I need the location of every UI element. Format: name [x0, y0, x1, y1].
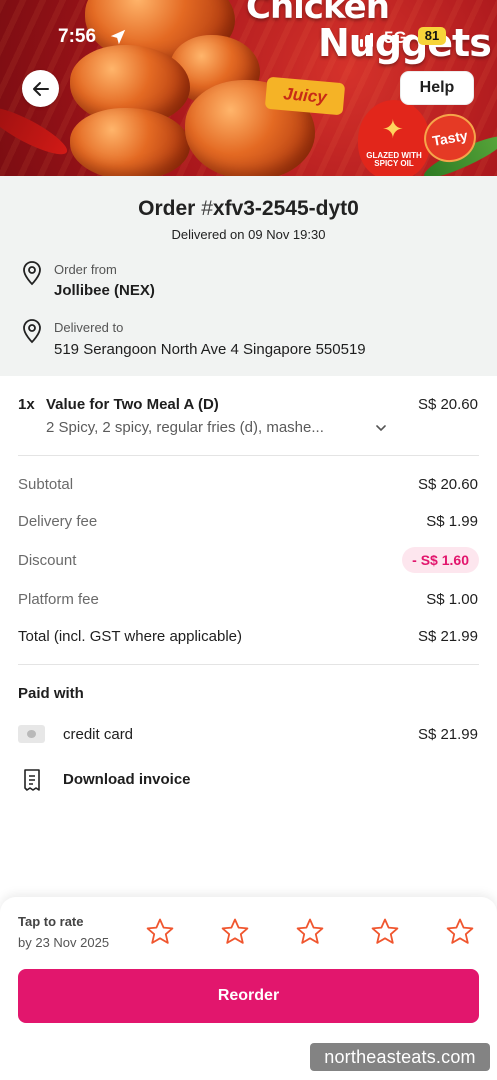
- location-pin-icon: [23, 319, 41, 344]
- order-id: xfv3-2545-dyt0: [212, 197, 359, 220]
- restaurant-name: Jollibee (NEX): [54, 282, 155, 299]
- receipt-icon[interactable]: [21, 768, 43, 792]
- item-name: Value for Two Meal A (D): [46, 396, 219, 413]
- item-description[interactable]: 2 Spicy, 2 spicy, regular fries (d), mas…: [46, 419, 366, 436]
- delivered-to-label: Delivered to: [54, 320, 124, 335]
- arrow-left-icon: [32, 81, 49, 96]
- star-icon[interactable]: [370, 917, 400, 947]
- back-button[interactable]: [22, 70, 59, 107]
- divider: [18, 664, 479, 665]
- rate-title: Tap to rate: [18, 914, 84, 929]
- order-from-label: Order from: [54, 262, 117, 277]
- paid-with-heading: Paid with: [18, 685, 84, 702]
- rate-deadline: by 23 Nov 2025: [18, 935, 110, 950]
- order-hash: #: [201, 197, 213, 220]
- battery-icon: 81: [418, 27, 446, 45]
- help-button[interactable]: Help: [400, 71, 474, 105]
- signal-icon: [355, 33, 373, 47]
- location-arrow-icon: [110, 29, 126, 45]
- order-title: Order #xfv3-2545-dyt0: [0, 197, 497, 221]
- flame-icon: ✦: [382, 114, 404, 144]
- order-title-prefix: Order: [138, 197, 202, 220]
- order-info-section: Order #xfv3-2545-dyt0 Delivered on 09 No…: [0, 176, 497, 376]
- payment-amount: S$ 21.99: [417, 726, 478, 743]
- delivery-fee-value: S$ 1.99: [426, 513, 478, 530]
- payment-method: credit card: [63, 726, 134, 743]
- subtotal-value: S$ 20.60: [417, 476, 478, 493]
- delivery-fee-label: Delivery fee: [18, 513, 98, 530]
- star-icon[interactable]: [220, 917, 250, 947]
- credit-card-icon: [18, 725, 45, 743]
- item-quantity: 1x: [18, 396, 35, 413]
- total-value: S$ 21.99: [417, 628, 478, 645]
- glazed-label: GLAZED WITH SPICY OIL: [366, 151, 422, 168]
- location-pin-icon: [23, 261, 41, 286]
- bottom-sheet: Tap to rate by 23 Nov 2025 Reorder north…: [0, 897, 497, 1080]
- platform-fee-value: S$ 1.00: [426, 591, 478, 608]
- delivery-address: 519 Serangoon North Ave 4 Singapore 5505…: [54, 341, 366, 358]
- watermark: northeasteats.com: [310, 1043, 490, 1071]
- discount-label: Discount: [18, 552, 77, 569]
- total-label: Total (incl. GST where applicable): [18, 628, 242, 645]
- subtotal-label: Subtotal: [18, 476, 74, 493]
- item-price: S$ 20.60: [417, 396, 478, 413]
- discount-badge: - S$ 1.60: [402, 547, 479, 573]
- star-icon[interactable]: [295, 917, 325, 947]
- divider: [18, 455, 479, 456]
- chevron-down-icon[interactable]: [374, 421, 388, 435]
- hero-banner: Chicken Nuggets 7:56 5G 81 Juicy ✦ GLAZE…: [0, 0, 497, 176]
- delivered-time: Delivered on 09 Nov 19:30: [171, 227, 326, 242]
- spicy-oil-badge: ✦ GLAZED WITH SPICY OIL: [358, 100, 430, 176]
- juicy-tag: Juicy: [264, 76, 346, 116]
- platform-fee-label: Platform fee: [18, 591, 99, 608]
- star-icon[interactable]: [445, 917, 475, 947]
- network-type: 5G: [384, 28, 407, 47]
- star-icon[interactable]: [145, 917, 175, 947]
- status-time: 7:56: [58, 26, 97, 47]
- reorder-button[interactable]: Reorder: [18, 969, 479, 1023]
- download-invoice-link[interactable]: Download invoice: [63, 771, 191, 788]
